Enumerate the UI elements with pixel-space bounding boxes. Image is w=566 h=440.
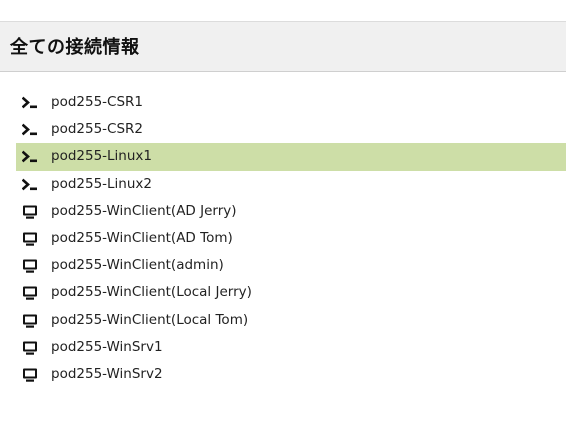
connection-list: pod255-CSR1 pod255-CSR2 pod255-Linux1 po…: [16, 89, 566, 388]
section-header: 全ての接続情報: [0, 22, 566, 72]
connection-label: pod255-Linux1: [51, 148, 152, 165]
connection-item[interactable]: pod255-WinSrv2: [16, 361, 566, 388]
connection-label: pod255-WinClient(AD Tom): [51, 229, 233, 246]
terminal-icon: [22, 123, 38, 137]
monitor-icon: [22, 259, 38, 273]
page-title: 全ての接続情報: [10, 37, 140, 58]
terminal-icon: [22, 96, 38, 110]
connection-item[interactable]: pod255-Linux1: [16, 143, 566, 171]
connection-label: pod255-WinClient(Local Jerry): [51, 284, 252, 301]
connection-item[interactable]: pod255-WinClient(AD Jerry): [16, 198, 566, 225]
top-bar: [0, 0, 566, 22]
monitor-icon: [22, 368, 38, 382]
connection-item[interactable]: pod255-CSR2: [16, 116, 566, 143]
terminal-icon: [22, 150, 38, 164]
connection-item[interactable]: pod255-WinClient(Local Tom): [16, 307, 566, 334]
connection-item[interactable]: pod255-WinClient(Local Jerry): [16, 279, 566, 306]
monitor-icon: [22, 232, 38, 246]
connection-label: pod255-WinClient(Local Tom): [51, 311, 249, 328]
connection-item[interactable]: pod255-CSR1: [16, 89, 566, 116]
connection-label: pod255-WinClient(AD Jerry): [51, 202, 237, 219]
connection-item[interactable]: pod255-WinClient(admin): [16, 252, 566, 279]
monitor-icon: [22, 341, 38, 355]
monitor-icon: [22, 314, 38, 328]
connection-label: pod255-WinSrv2: [51, 365, 163, 382]
terminal-icon: [22, 178, 38, 192]
connection-item[interactable]: pod255-Linux2: [16, 171, 566, 198]
connection-item[interactable]: pod255-WinClient(AD Tom): [16, 225, 566, 252]
monitor-icon: [22, 286, 38, 301]
connection-label: pod255-WinClient(admin): [51, 257, 224, 274]
connection-label: pod255-WinSrv1: [51, 338, 163, 355]
connection-label: pod255-Linux2: [51, 175, 152, 192]
monitor-icon: [22, 205, 38, 219]
connection-label: pod255-CSR2: [51, 121, 144, 138]
connection-label: pod255-CSR1: [51, 94, 144, 110]
connection-item[interactable]: pod255-WinSrv1: [16, 334, 566, 361]
